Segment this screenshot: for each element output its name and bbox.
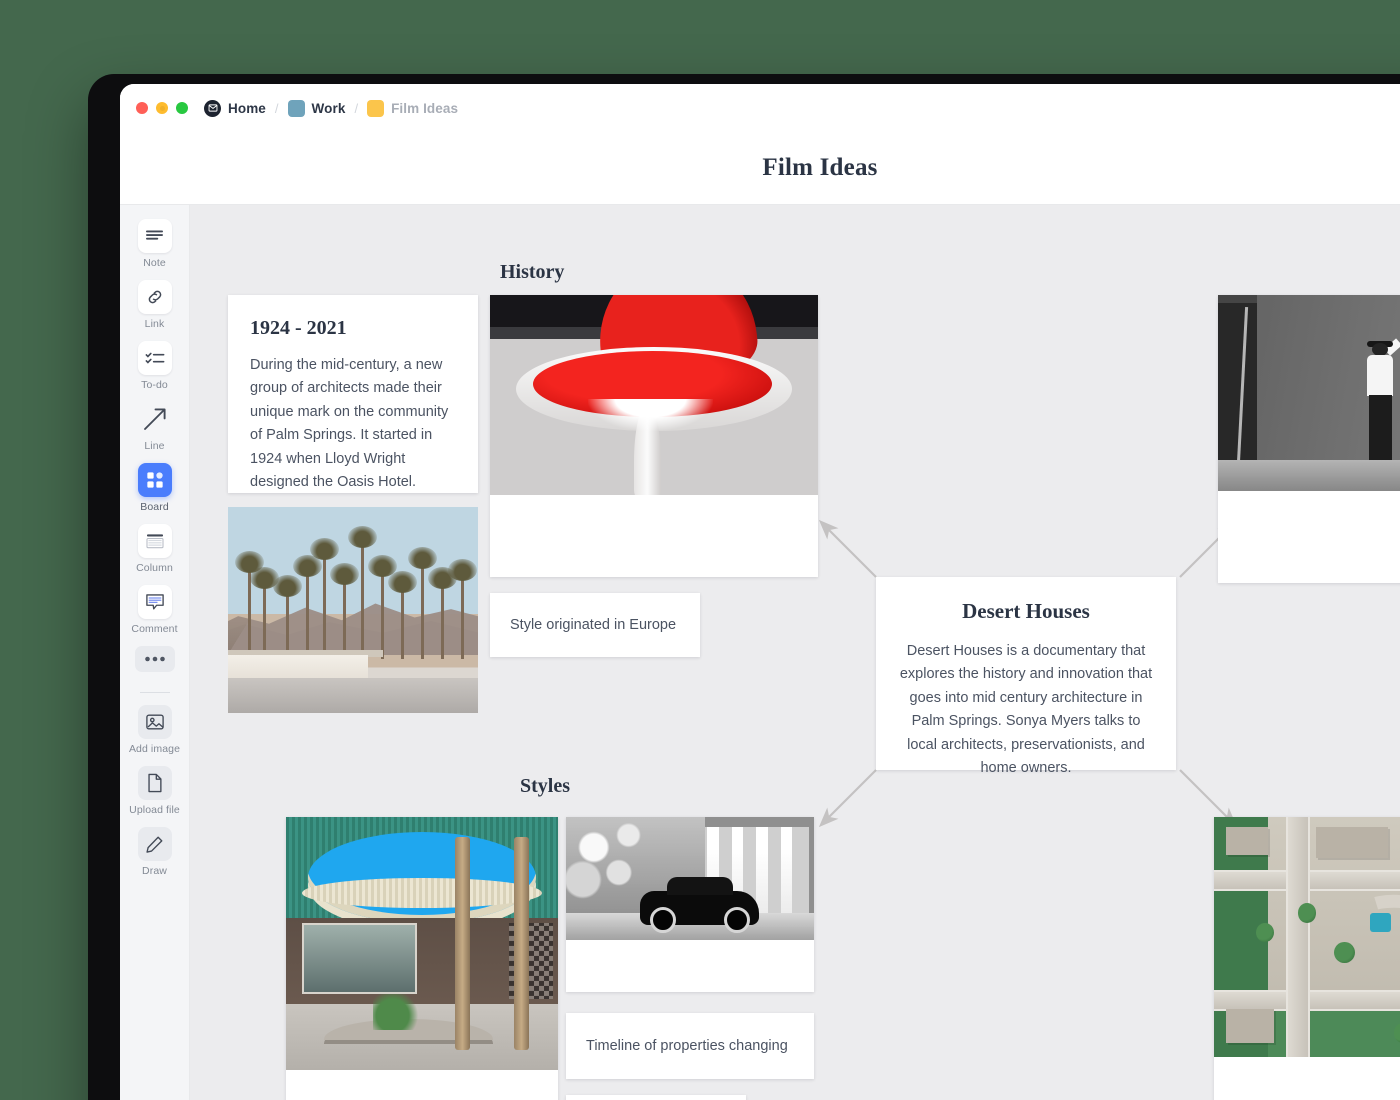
window-traffic-lights <box>136 102 188 114</box>
sidebar-label-link: Link <box>145 318 165 330</box>
breadcrumb-separator: / <box>274 101 280 116</box>
sidebar-divider <box>140 692 170 693</box>
sidebar-item-comment[interactable]: Comment <box>120 585 189 635</box>
card-history-body: During the mid-century, a new group of a… <box>250 354 456 495</box>
sidebar-item-column[interactable]: Column <box>120 524 189 574</box>
tool-sidebar: Note Link <box>120 205 190 1100</box>
app-window-inner: Home / Work / Film Ideas Film Ideas <box>120 84 1400 1100</box>
card-locations[interactable]: Locations <box>1214 817 1400 1100</box>
image-youtube-thumbnail <box>1218 295 1400 491</box>
image-aerial-map <box>1214 817 1400 1057</box>
card-residential[interactable]: Residential <box>566 817 814 992</box>
upload-file-icon <box>138 766 172 800</box>
sidebar-label-add-image: Add image <box>129 743 180 755</box>
note-timeline-text: Timeline of properties changing <box>586 1038 788 1054</box>
note-style-originated[interactable]: Style originated in Europe <box>490 593 700 657</box>
image-residential-house <box>566 817 814 940</box>
section-title-history: History <box>500 261 564 284</box>
connector-to-wikipedia <box>822 523 876 577</box>
sidebar-item-todo[interactable]: To-do <box>120 341 189 391</box>
note-timeline[interactable]: Timeline of properties changing <box>566 1013 814 1079</box>
sidebar-label-note: Note <box>143 257 166 269</box>
aerial-map-photo <box>1214 817 1400 1057</box>
card-history-title: 1924 - 2021 <box>250 317 456 340</box>
column-icon <box>138 524 172 558</box>
card-desert-houses-title: Desert Houses <box>898 599 1154 624</box>
sidebar-item-draw[interactable]: Draw <box>120 827 189 877</box>
breadcrumb-label-film-ideas: Film Ideas <box>391 101 458 116</box>
card-commercial[interactable]: Commercial <box>286 817 558 1100</box>
page-title: Film Ideas <box>762 154 877 182</box>
link-chain-icon <box>138 280 172 314</box>
folder-swatch-icon-work <box>288 100 305 117</box>
card-empty-note[interactable] <box>566 1095 746 1100</box>
sidebar-item-note[interactable]: Note <box>120 219 189 269</box>
card-wikipedia-link[interactable]: W https://en.wikipedia.org/wiki/Mid-cent… <box>490 295 818 577</box>
sidebar-label-board: Board <box>140 501 169 513</box>
arrow-line-icon <box>138 402 172 436</box>
sidebar-label-comment: Comment <box>131 623 177 635</box>
sidebar-item-upload-file[interactable]: Upload file <box>120 766 189 816</box>
image-commercial-building <box>286 817 558 1070</box>
home-badge-icon <box>204 100 221 117</box>
residential-house-photo <box>566 817 814 940</box>
connector-to-styles-left <box>822 770 876 824</box>
more-dots-icon <box>135 646 175 672</box>
card-desert-houses-body: Desert Houses is a documentary that expl… <box>898 640 1154 781</box>
page-header: Film Ideas <box>120 132 1400 205</box>
titlebar: Home / Work / Film Ideas <box>120 84 1400 132</box>
breadcrumb: Home / Work / Film Ideas <box>204 100 458 117</box>
app-body: Note Link <box>120 205 1400 1100</box>
commercial-building-photo <box>286 817 558 1070</box>
maximize-window-button[interactable] <box>176 102 188 114</box>
close-window-button[interactable] <box>136 102 148 114</box>
card-history-text[interactable]: 1924 - 2021 During the mid-century, a ne… <box>228 295 478 493</box>
note-lines-icon <box>138 219 172 253</box>
sidebar-item-link[interactable]: Link <box>120 280 189 330</box>
palm-springs-street-photo <box>228 507 478 713</box>
card-youtube-link[interactable]: https://www.youtube.c Steel Modern- A Hi… <box>1218 295 1400 583</box>
add-image-icon <box>138 705 172 739</box>
comment-icon <box>138 585 172 619</box>
breadcrumb-separator: / <box>353 101 359 116</box>
checklist-icon <box>138 341 172 375</box>
breadcrumb-label-work: Work <box>312 101 346 116</box>
sidebar-label-draw: Draw <box>142 865 167 877</box>
breadcrumb-label-home: Home <box>228 101 266 116</box>
breadcrumb-item-home[interactable]: Home <box>204 100 266 117</box>
sidebar-item-add-image[interactable]: Add image <box>120 705 189 755</box>
sidebar-label-line: Line <box>144 440 164 452</box>
connector-to-styles-right <box>1180 770 1234 824</box>
folder-swatch-icon-film-ideas <box>367 100 384 117</box>
sidebar-item-line[interactable]: Line <box>120 402 189 452</box>
breadcrumb-item-film-ideas[interactable]: Film Ideas <box>367 100 458 117</box>
sidebar-item-board[interactable]: Board <box>120 463 189 513</box>
red-tulip-chair-photo <box>490 295 818 495</box>
sidebar-item-more[interactable] <box>120 646 189 672</box>
note-style-originated-text: Style originated in Europe <box>510 617 676 633</box>
section-title-styles: Styles <box>520 775 570 798</box>
breadcrumb-item-work[interactable]: Work <box>288 100 346 117</box>
app-window: Home / Work / Film Ideas Film Ideas <box>88 74 1400 1100</box>
board-canvas[interactable]: History Styles 1924 - 2021 During the mi… <box>190 205 1400 1100</box>
draw-pencil-icon <box>138 827 172 861</box>
image-palm-springs-street[interactable] <box>228 507 478 713</box>
card-desert-houses[interactable]: Desert Houses Desert Houses is a documen… <box>876 577 1176 770</box>
sidebar-label-upload-file: Upload file <box>129 804 180 816</box>
board-grid-icon <box>138 463 172 497</box>
construction-site-video-thumbnail <box>1218 295 1400 491</box>
minimize-window-button[interactable] <box>156 102 168 114</box>
screenshot-root: Home / Work / Film Ideas Film Ideas <box>0 0 1400 1100</box>
image-red-tulip-chair <box>490 295 818 495</box>
sidebar-label-column: Column <box>136 562 173 574</box>
sidebar-label-todo: To-do <box>141 379 168 391</box>
